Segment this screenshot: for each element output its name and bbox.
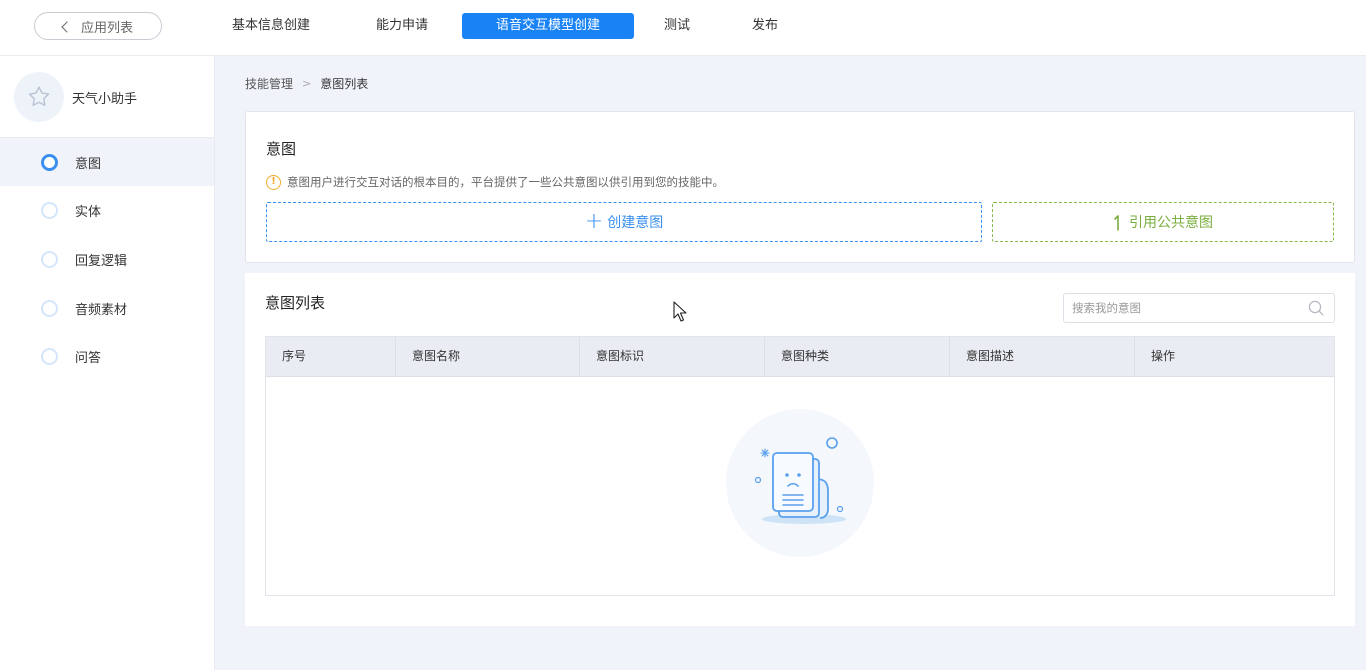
intent-list-card: 意图列表 序号 意图名称 意图标识 意图种类 意图描述 操作 [245,273,1355,626]
avatar [14,72,64,122]
search-input[interactable] [1064,294,1294,322]
radio-icon [41,153,58,171]
intent-list-title: 意图列表 [265,294,326,312]
reference-public-intent-button[interactable]: 引用公共意图 [992,202,1334,242]
sidebar-item-entity[interactable]: 实体 [0,186,214,234]
intent-card: 意图 ! 意图用户进行交互对话的根本目的，平台提供了一些公共意图以供引用到您的技… [245,111,1355,263]
sidebar-item-intent[interactable]: 意图 [0,138,214,186]
radio-icon [41,250,58,268]
column-header-name: 意图名称 [396,337,580,376]
column-header-actions: 操作 [1151,349,1176,363]
sidebar-item-audio[interactable]: 音频素材 [0,284,214,332]
sidebar-item-label: 意图 [75,156,102,172]
column-header-type: 意图种类 [765,337,950,376]
column-header-index: 序号 [266,337,396,376]
intent-card-title: 意图 [266,140,297,158]
sidebar-item-label: 回复逻辑 [75,253,128,269]
sidebar-item-label: 问答 [75,350,102,366]
sidebar-item-qa[interactable]: 问答 [0,332,214,380]
table-header: 序号 意图名称 意图标识 意图种类 意图描述 操作 [266,337,1334,377]
radio-icon [41,347,58,365]
sidebar-item-reply-logic[interactable]: 回复逻辑 [0,235,214,283]
breadcrumb-parent[interactable]: 技能管理 [245,75,293,92]
intent-tip-text: 意图用户进行交互对话的根本目的，平台提供了一些公共意图以供引用到您的技能中。 [287,175,724,189]
sidebar: 天气小助手 意图 实体 回复逻辑 音频素材 问答 [0,56,215,670]
radio-icon [41,299,58,317]
search-icon[interactable] [1308,300,1324,316]
sidebar-item-label: 实体 [75,204,102,220]
app-name: 天气小助手 [72,92,138,107]
chevron-left-icon [61,20,73,33]
nav-capability-apply[interactable]: 能力申请 [376,13,428,39]
mouse-cursor-icon [673,301,687,322]
sidebar-item-label: 音频素材 [75,302,128,318]
top-bar: 应用列表 基本信息创建 能力申请 语音交互模型创建 测试 发布 [0,0,1366,56]
back-to-app-list-button[interactable]: 应用列表 [34,12,162,40]
intent-tip: ! 意图用户进行交互对话的根本目的，平台提供了一些公共意图以供引用到您的技能中。 [266,174,724,190]
intent-table: 序号 意图名称 意图标识 意图种类 意图描述 操作 [265,336,1335,596]
import-arrow-icon [1114,215,1119,231]
nav-test[interactable]: 测试 [664,13,690,39]
column-header-description: 意图描述 [950,337,1135,376]
plus-icon: + [584,209,604,234]
chevron-right-icon: > [302,77,312,90]
app-card: 天气小助手 [0,56,214,138]
create-intent-label: 创建意图 [607,215,664,231]
nav-voice-model-create[interactable]: 语音交互模型创建 [462,13,634,39]
search-box [1063,293,1335,323]
column-header-identifier: 意图标识 [580,337,765,376]
create-intent-button[interactable]: + 创建意图 [266,202,982,242]
breadcrumb: 技能管理 > 意图列表 [245,75,368,92]
star-icon [28,86,50,107]
nav-basic-info[interactable]: 基本信息创建 [232,13,310,39]
info-icon: ! [266,174,281,190]
back-button-label: 应用列表 [80,20,133,36]
breadcrumb-current: 意图列表 [320,77,369,91]
radio-icon [41,201,58,219]
nav-publish[interactable]: 发布 [752,13,778,39]
empty-list-illustration [726,409,874,557]
reference-public-intent-label: 引用公共意图 [1129,215,1213,231]
